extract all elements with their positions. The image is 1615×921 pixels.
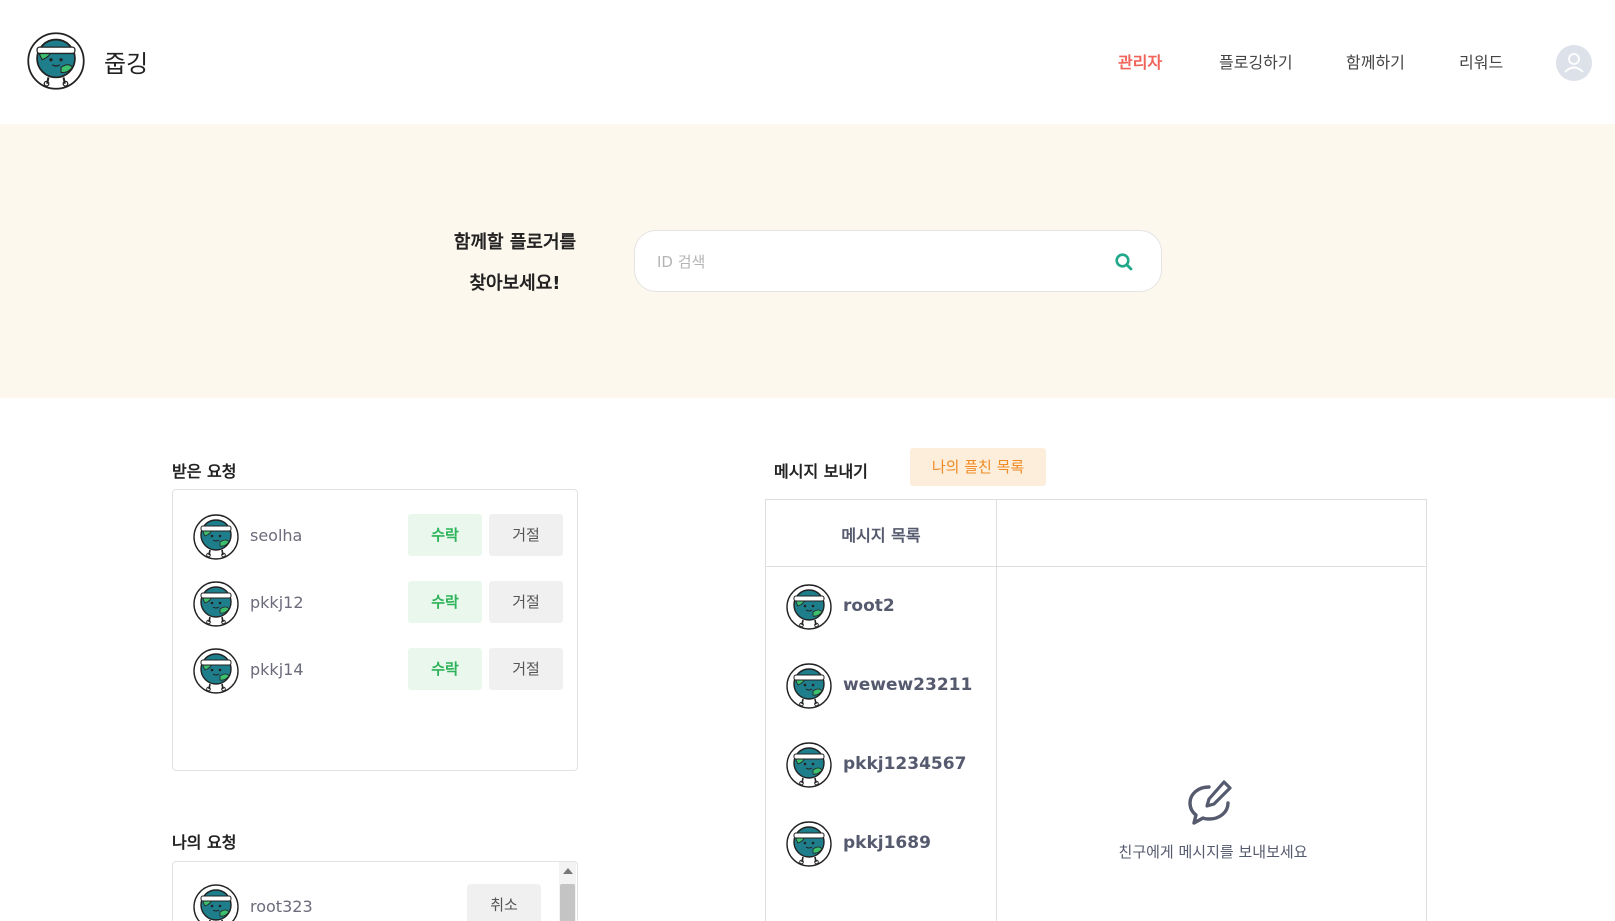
nav-plogging[interactable]: 플로깅하기 (1219, 49, 1293, 73)
hero-title-line1: 함께할 플로거를 (453, 232, 577, 253)
avatar (193, 884, 239, 921)
my-requests-panel: root323 취소 (172, 861, 578, 921)
earth-mascot-logo[interactable] (27, 30, 85, 92)
send-message-title[interactable]: 메시지 보내기 (774, 458, 868, 482)
message-box: 메시지 목록 root2 wewew23211 pkkj1234567 pkkj… (765, 499, 1427, 921)
received-requests-panel: seolha 수락 거절 pkkj12 수락 거절 pkkj14 수락 거절 (172, 489, 578, 771)
id-search-input[interactable] (657, 247, 1097, 277)
friend-list-item[interactable]: pkkj1234567 (843, 754, 966, 774)
nav-reward[interactable]: 리워드 (1459, 49, 1503, 73)
accept-button[interactable]: 수락 (408, 514, 482, 556)
hero-title-line2: 찾아보세요! (469, 273, 561, 294)
compose-message-icon (1188, 780, 1232, 825)
brand-name[interactable]: 줍깅 (104, 44, 148, 79)
scrollbar-thumb[interactable] (560, 884, 575, 921)
request-username: seolha (250, 526, 303, 545)
received-requests-title: 받은 요청 (172, 462, 237, 481)
my-friends-tab[interactable]: 나의 플친 목록 (910, 448, 1046, 486)
divider (996, 500, 997, 921)
avatar[interactable] (786, 821, 832, 867)
search-box (634, 230, 1162, 292)
avatar[interactable] (786, 742, 832, 788)
request-username: root323 (250, 897, 313, 916)
empty-message-text: 친구에게 메시지를 보내보세요 (1118, 843, 1308, 861)
scrollbar[interactable] (559, 862, 576, 921)
top-header: 줍깅 관리자 플로깅하기 함께하기 리워드 (0, 0, 1615, 124)
user-avatar-button[interactable] (1556, 45, 1592, 81)
avatar[interactable] (786, 584, 832, 630)
cancel-button[interactable]: 취소 (467, 884, 541, 921)
nav-together[interactable]: 함께하기 (1346, 49, 1405, 73)
friend-list-item[interactable]: wewew23211 (843, 675, 972, 695)
avatar[interactable] (786, 663, 832, 709)
accept-button[interactable]: 수락 (408, 581, 482, 623)
reject-button[interactable]: 거절 (489, 648, 563, 690)
friend-list-item[interactable]: pkkj1689 (843, 833, 931, 853)
request-username: pkkj12 (250, 593, 304, 612)
scroll-up-arrow-icon[interactable] (563, 868, 573, 874)
nav-admin[interactable]: 관리자 (1118, 49, 1162, 73)
message-list-title: 메시지 목록 (841, 526, 921, 545)
reject-button[interactable]: 거절 (489, 514, 563, 556)
friend-list-item[interactable]: root2 (843, 596, 895, 616)
avatar (193, 581, 239, 627)
accept-button[interactable]: 수락 (408, 648, 482, 690)
avatar (193, 648, 239, 694)
reject-button[interactable]: 거절 (489, 581, 563, 623)
search-hero: 함께할 플로거를 찾아보세요! (0, 124, 1615, 398)
my-requests-title: 나의 요청 (172, 833, 237, 852)
avatar (193, 514, 239, 560)
request-username: pkkj14 (250, 660, 304, 679)
divider (766, 566, 1426, 567)
user-avatar-icon (1564, 53, 1584, 73)
hero-title: 함께할 플로거를 찾아보세요! (425, 222, 605, 304)
search-icon[interactable] (1113, 251, 1135, 273)
